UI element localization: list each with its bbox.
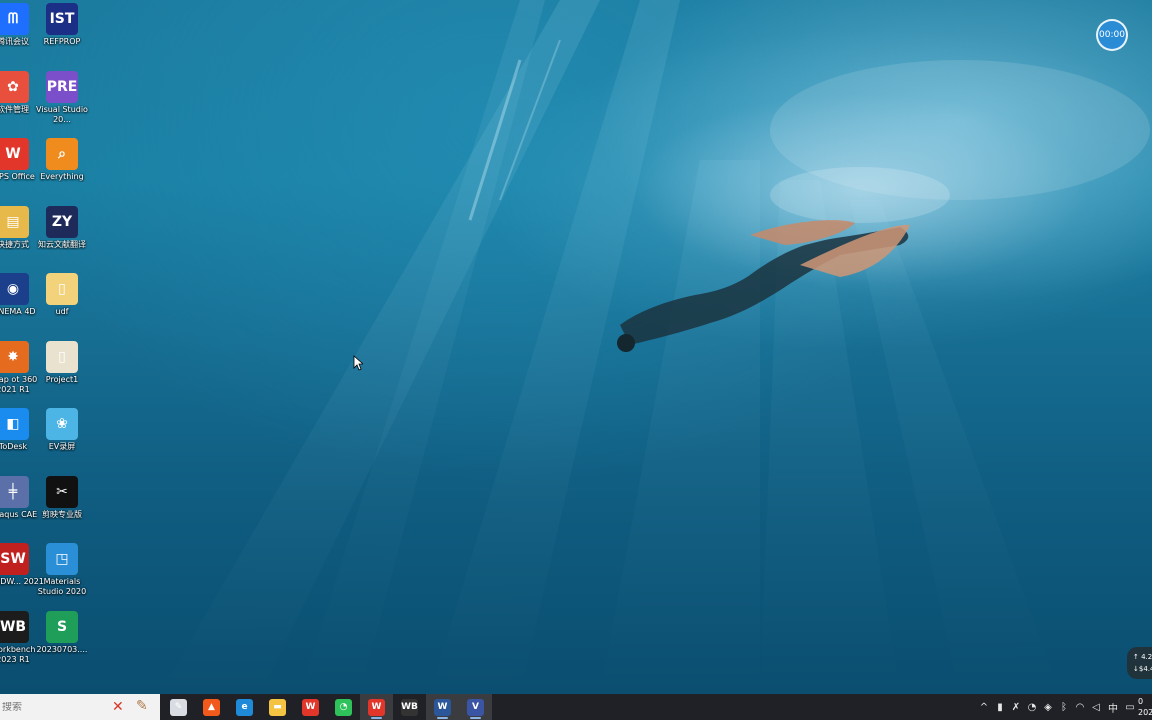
taskbar: ✕ ✎ ✎▲e▬W◔WWBWV ^▮✗◔◈ᛒ◠◁ 中 ▭ 0 202 xyxy=(0,694,1152,720)
desktop-icon-label: REFPROP xyxy=(43,37,81,46)
desktop-icon-label: 剪映专业版 xyxy=(42,509,82,519)
cinema-4d-icon: ◉ xyxy=(0,273,29,305)
running-indicator xyxy=(470,717,481,719)
taskbar-search[interactable]: ✕ ✎ xyxy=(0,694,160,720)
notification-icon[interactable]: ▭ xyxy=(1122,702,1138,713)
upload-speed: ↑ 4.2 xyxy=(1133,653,1152,661)
desktop-icon-label: Project1 xyxy=(45,374,79,384)
taskbar-button-search-toolbar[interactable]: ✎ xyxy=(162,694,195,720)
chevron-up-icon[interactable]: ^ xyxy=(976,702,992,713)
wifi-icon[interactable]: ◠ xyxy=(1072,702,1088,713)
desktop-icon-spreadsheet[interactable]: S 20230703.... xyxy=(31,610,93,677)
capcut-icon: ✂ xyxy=(46,475,78,508)
search-input[interactable] xyxy=(2,701,102,713)
desktop-icon-label: Visual Studio 20... xyxy=(36,104,88,124)
spreadsheet-icon: S xyxy=(46,610,78,643)
wechat-tray-icon[interactable]: ◔ xyxy=(1024,702,1040,713)
ev-recorder-icon: ❀ xyxy=(46,408,78,440)
taskbar-button-word[interactable]: W xyxy=(426,694,459,720)
system-tray: ^ ▮ ✗ ◔ ◈ ᛒ ◠ ◁ 中 ▭ 0 202 xyxy=(976,694,1152,720)
mouse-cursor-icon xyxy=(353,355,363,371)
desktop-icon-materials-studio[interactable]: ◳ Materials Studio 2020 xyxy=(31,543,93,609)
tray-icons: ^ ▮ ✗ ◔ ◈ ᛒ ◠ ◁ xyxy=(976,702,1104,713)
desktop-icon-zhiyun-translate[interactable]: ZY 知云文献翻译 xyxy=(31,205,93,272)
microphone-icon[interactable]: ▮ xyxy=(992,702,1008,713)
desktop-icon-label: udf xyxy=(55,307,69,316)
wps-office-icon: W xyxy=(0,138,29,170)
file-icon: ▯ xyxy=(46,273,78,305)
ime-indicator[interactable]: 中 xyxy=(1104,700,1122,715)
desktop-icon-visual-studio[interactable]: PRE Visual Studio 20... xyxy=(31,70,93,137)
tencent-meeting-icon: ᗰ xyxy=(0,3,29,35)
clock[interactable]: 0 202 xyxy=(1138,696,1152,718)
word-icon: W xyxy=(434,698,451,716)
taskbar-button-edge-browser[interactable]: e xyxy=(228,694,261,720)
todesk-icon: ◧ xyxy=(0,408,29,440)
workbench-icon: WB xyxy=(0,610,29,643)
desktop-icon-label: EV录屏 xyxy=(48,442,76,451)
visual-studio-icon: PRE xyxy=(46,70,78,103)
taskbar-button-file-explorer[interactable]: ▬ xyxy=(261,694,294,720)
taskbar-button-photo-editor[interactable]: ▲ xyxy=(195,694,228,720)
desktop-icon-file[interactable]: ▯ udf xyxy=(31,273,93,339)
desktop-icon-label: 知云文献翻译 xyxy=(38,239,86,249)
desktop-icon-label: 20230703.... xyxy=(36,644,88,654)
network-speed-widget: ↑ 4.2 ↓$4.4 xyxy=(1127,647,1152,679)
software-manager-icon: ✿ xyxy=(0,70,29,103)
edge-browser-icon: e xyxy=(236,698,253,716)
zhiyun-translate-icon: ZY xyxy=(46,205,78,238)
visio-icon: V xyxy=(467,698,484,716)
desktop-icon-ev-recorder[interactable]: ❀ EV录屏 xyxy=(31,408,93,474)
desktop-icon-refprop[interactable]: IST REFPROP xyxy=(31,3,93,69)
taskbar-button-wps-office[interactable]: W xyxy=(294,694,327,720)
taskbar-apps: ✎ ▲ e ▬ W ◔ W WB W V xyxy=(162,694,492,720)
search-mascot-icon: ✎ xyxy=(136,698,148,714)
app-tray-icon[interactable]: ✗ xyxy=(1008,702,1024,713)
desktop-icon-label: Everything xyxy=(40,172,84,181)
search-highlight-icon: ✕ xyxy=(112,699,124,715)
everything-search-icon: ⌕ xyxy=(46,138,78,170)
search-toolbar-icon: ✎ xyxy=(170,698,187,716)
freediver-silhouette xyxy=(617,220,910,352)
refprop-icon: IST xyxy=(46,3,78,35)
file-explorer-icon: ▬ xyxy=(269,698,286,716)
taskbar-button-workbench[interactable]: WB xyxy=(393,694,426,720)
wps-office-icon: W xyxy=(302,698,319,716)
bluetooth-icon[interactable]: ᛒ xyxy=(1056,702,1072,713)
wechat-icon: ◔ xyxy=(335,698,352,716)
abaqus-icon: ╪ xyxy=(0,475,29,508)
running-indicator xyxy=(371,717,382,719)
clock-date: 202 xyxy=(1138,708,1152,717)
taskbar-button-wechat[interactable]: ◔ xyxy=(327,694,360,720)
taskbar-button-visio[interactable]: V xyxy=(459,694,492,720)
taskbar-button-wps-writer[interactable]: W xyxy=(360,694,393,720)
clock-time: 0 xyxy=(1138,697,1144,706)
project-file-icon: ▯ xyxy=(46,340,78,373)
solidworks-icon: SW xyxy=(0,543,29,575)
snapshot-icon: ✸ xyxy=(0,340,29,373)
photo-editor-icon: ▲ xyxy=(203,698,220,716)
desktop-icon-everything-search[interactable]: ⌕ Everything xyxy=(31,138,93,204)
volume-icon[interactable]: ◁ xyxy=(1088,702,1104,713)
wps-writer-icon: W xyxy=(368,698,385,716)
materials-studio-icon: ◳ xyxy=(46,543,78,575)
workbench-icon: WB xyxy=(401,698,418,716)
download-speed: ↓$4.4 xyxy=(1133,665,1152,673)
desktop-icon-label: Materials Studio 2020 xyxy=(37,577,87,596)
desktop-icon-project-file[interactable]: ▯ Project1 xyxy=(31,340,93,407)
desktop-icon-capcut[interactable]: ✂ 剪映专业版 xyxy=(31,475,93,542)
recording-timer[interactable]: 00:00 xyxy=(1096,19,1128,51)
shield-icon[interactable]: ◈ xyxy=(1040,702,1056,713)
running-indicator xyxy=(437,717,448,719)
folder-shortcut-icon: ▤ xyxy=(0,205,29,238)
underwater-light-rays xyxy=(160,0,1150,694)
